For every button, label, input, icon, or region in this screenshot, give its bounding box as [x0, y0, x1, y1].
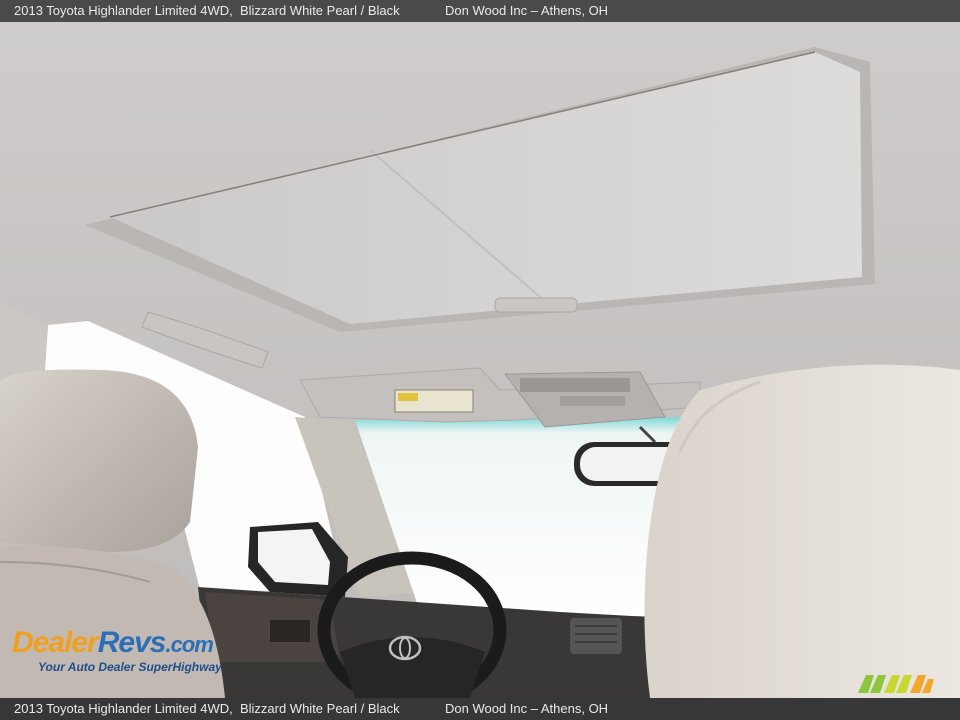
air-vent — [570, 618, 622, 654]
caption-bar-top: 2013 Toyota Highlander Limited 4WD, Bliz… — [0, 0, 960, 22]
passenger-headrest — [644, 364, 960, 698]
mmm-logo — [858, 675, 934, 693]
caption-dealer: Don Wood Inc – Athens, OH — [445, 3, 609, 18]
driver-headrest — [0, 369, 198, 552]
dealerrevs-watermark: DealerRevs.com Your Auto Dealer SuperHig… — [12, 626, 222, 675]
photo-frame: 2013 Toyota Highlander Limited 4WD, Bliz… — [0, 0, 960, 720]
interior-photo — [0, 22, 960, 698]
caption-title: 2013 Toyota Highlander Limited 4WD, Bliz… — [14, 3, 400, 18]
shade-handle — [494, 297, 578, 313]
caption-dealer-bottom: Don Wood Inc – Athens, OH — [445, 701, 609, 716]
map-light — [520, 378, 630, 392]
caption-title-bottom: 2013 Toyota Highlander Limited 4WD, Bliz… — [14, 701, 400, 716]
dealerrevs-logo: DealerRevs.com — [12, 626, 214, 659]
caption-bar-bottom: 2013 Toyota Highlander Limited 4WD, Bliz… — [0, 698, 960, 720]
dealerrevs-tagline: Your Auto Dealer SuperHighway — [38, 660, 222, 674]
